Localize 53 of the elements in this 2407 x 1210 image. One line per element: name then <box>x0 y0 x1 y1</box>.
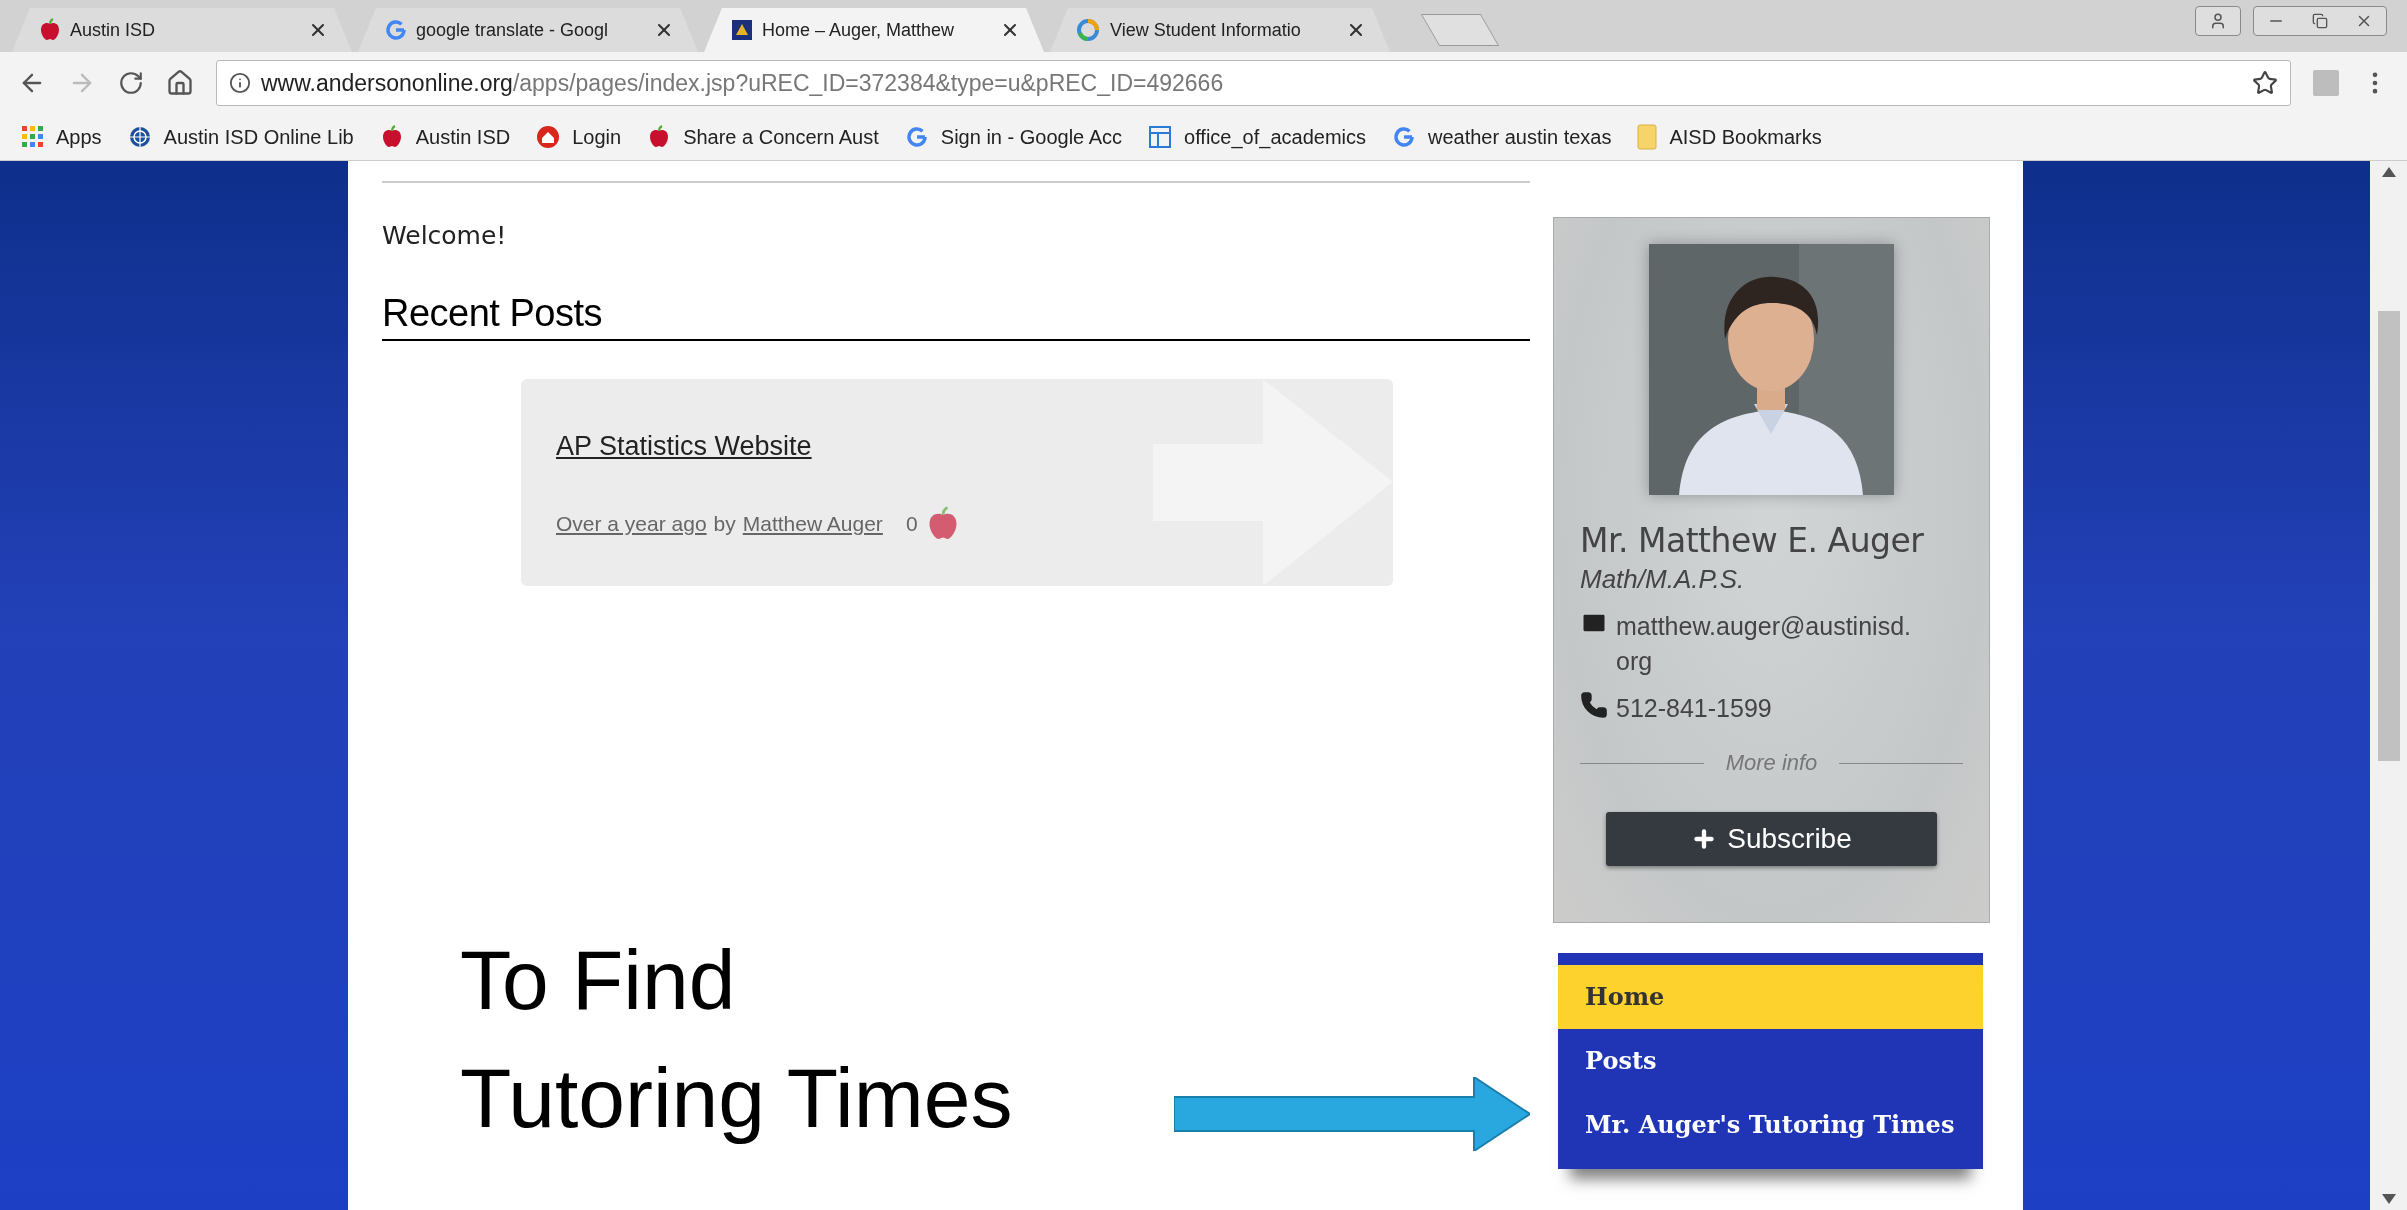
bookmark-item[interactable]: weather austin texas <box>1392 125 1612 149</box>
nav-item[interactable]: Posts <box>1558 1029 1983 1093</box>
bookmark-item[interactable]: Login <box>536 125 622 149</box>
nav-item[interactable]: Mr. Auger's Tutoring Times <box>1558 1093 1983 1157</box>
phone-icon <box>1580 691 1608 719</box>
layout-icon <box>1148 125 1173 149</box>
phone-text: 512-841-1599 <box>1616 693 1773 724</box>
reload-icon[interactable] <box>118 70 144 96</box>
scroll-down-icon[interactable] <box>2381 1194 2396 1204</box>
post-title-link[interactable]: AP Statistics Website <box>556 431 812 461</box>
author-link[interactable]: Matthew Auger <box>742 512 883 536</box>
subject-text: Math/M.A.P.S. <box>1580 564 1746 595</box>
more-info-text: More info <box>1725 750 1818 776</box>
bookmark-item[interactable]: Sign in - Google Acc <box>904 125 1123 149</box>
nav-item[interactable]: Home <box>1558 965 1983 1029</box>
email-text: matthew.auger@austinisd.org <box>1616 611 1912 677</box>
address-field[interactable]: www.andersononline.org/apps/pages/index.jsp?uREC_ID=372384&type=u&pREC_ID=492666 <box>216 60 2291 106</box>
browser-tab[interactable]: Austin ISD <box>12 8 352 52</box>
bookmark-item[interactable]: Austin ISD Online Lib <box>127 125 354 149</box>
browser-tab[interactable]: View Student Informatio <box>1050 8 1390 52</box>
home-badge-icon <box>536 125 561 149</box>
browser-tab[interactable]: Home – Auger, Matthew <box>704 8 1044 52</box>
browser-tab[interactable]: google translate - Googl <box>358 8 698 52</box>
profile-button[interactable] <box>2195 6 2241 36</box>
annotation-text: To Find Tutoring Times <box>460 932 1013 1147</box>
scrollbar[interactable] <box>2370 161 2407 1210</box>
bookmark-star-icon[interactable] <box>2252 70 2278 96</box>
folder-icon <box>1637 124 1658 150</box>
bookmark-item[interactable]: AISD Bookmarks <box>1637 124 1822 150</box>
teacher-name: Mr. Matthew E. Auger <box>1580 521 1925 560</box>
info-icon[interactable] <box>229 72 251 94</box>
arrow-icon <box>1174 1077 1530 1151</box>
post-date-link[interactable]: Over a year ago <box>556 512 707 536</box>
google-icon <box>904 125 929 149</box>
section-heading: Recent Posts <box>382 292 1530 341</box>
by-text: by <box>713 512 736 536</box>
bookmark-item[interactable]: Apps <box>22 125 102 149</box>
bookmark-item[interactable]: office_of_academics <box>1148 125 1366 149</box>
restore-icon[interactable] <box>2312 13 2328 29</box>
home-icon[interactable] <box>166 69 194 97</box>
subscribe-button[interactable]: Subscribe <box>1606 812 1937 866</box>
apple-icon <box>38 18 62 42</box>
google-icon <box>384 18 408 42</box>
globe-icon <box>127 125 152 149</box>
apps-grid-icon <box>22 126 44 148</box>
bookmark-item[interactable]: Share a Concern Aust <box>647 125 879 149</box>
person-icon[interactable] <box>2209 12 2227 30</box>
google-icon <box>1392 125 1416 149</box>
like-count: 0 <box>905 512 918 536</box>
swirl-icon <box>1076 18 1102 42</box>
welcome-text: Welcome! <box>382 221 508 250</box>
scroll-up-icon[interactable] <box>2381 167 2396 177</box>
bookmark-item[interactable]: Austin ISD <box>379 125 511 149</box>
